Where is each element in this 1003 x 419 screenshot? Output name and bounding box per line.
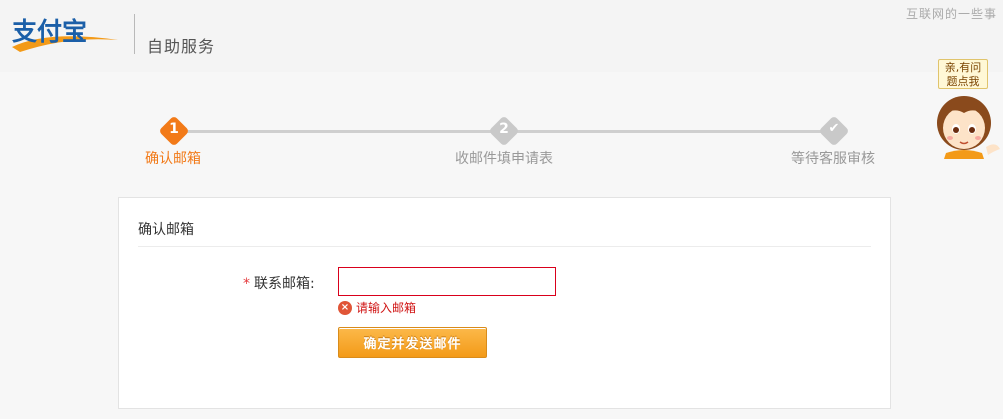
required-mark: * [243,276,250,292]
service-title: 自助服务 [147,37,216,56]
panel-title: 确认邮箱 [138,222,194,238]
confirm-send-email-button[interactable]: 确定并发送邮件 [338,327,487,358]
alipay-logo[interactable]: 支付宝 [8,10,126,56]
error-message: 请输入邮箱 [356,301,417,315]
email-label: * 联系邮箱: [243,273,315,293]
step-line-2-3 [516,130,823,133]
bubble-line-2: 题点我 [946,75,980,88]
email-label-text: 联系邮箱: [254,276,315,292]
logo-text: 支付宝 [12,17,87,46]
page-header: 支付宝 自助服务 互联网的一些事 [0,0,1003,72]
step-2-label: 收邮件填申请表 [455,151,553,167]
progress-steps: 1 确认邮箱 2 收邮件填申请表 ✔ 等待客服审核 [0,110,1003,170]
error-icon: × [338,300,352,315]
confirm-email-panel: 确认邮箱 * 联系邮箱: × 请输入邮箱 确定并发送邮件 [118,197,891,409]
check-icon: ✔ [828,121,840,136]
help-bubble[interactable]: 亲,有问 题点我 [938,59,988,89]
email-error: × 请输入邮箱 [338,299,416,316]
top-right-link[interactable]: 互联网的一些事 [906,5,997,22]
step-3-label: 等待客服审核 [791,151,875,167]
bubble-line-1: 亲,有问 [944,61,982,74]
step-1-number: 1 [169,121,179,137]
step-line-1-2 [185,130,492,133]
logo-divider [134,14,135,54]
panel-divider [138,246,871,247]
step-1-label: 确认邮箱 [145,151,201,167]
step-2-number: 2 [499,121,509,137]
email-input[interactable] [338,267,556,296]
